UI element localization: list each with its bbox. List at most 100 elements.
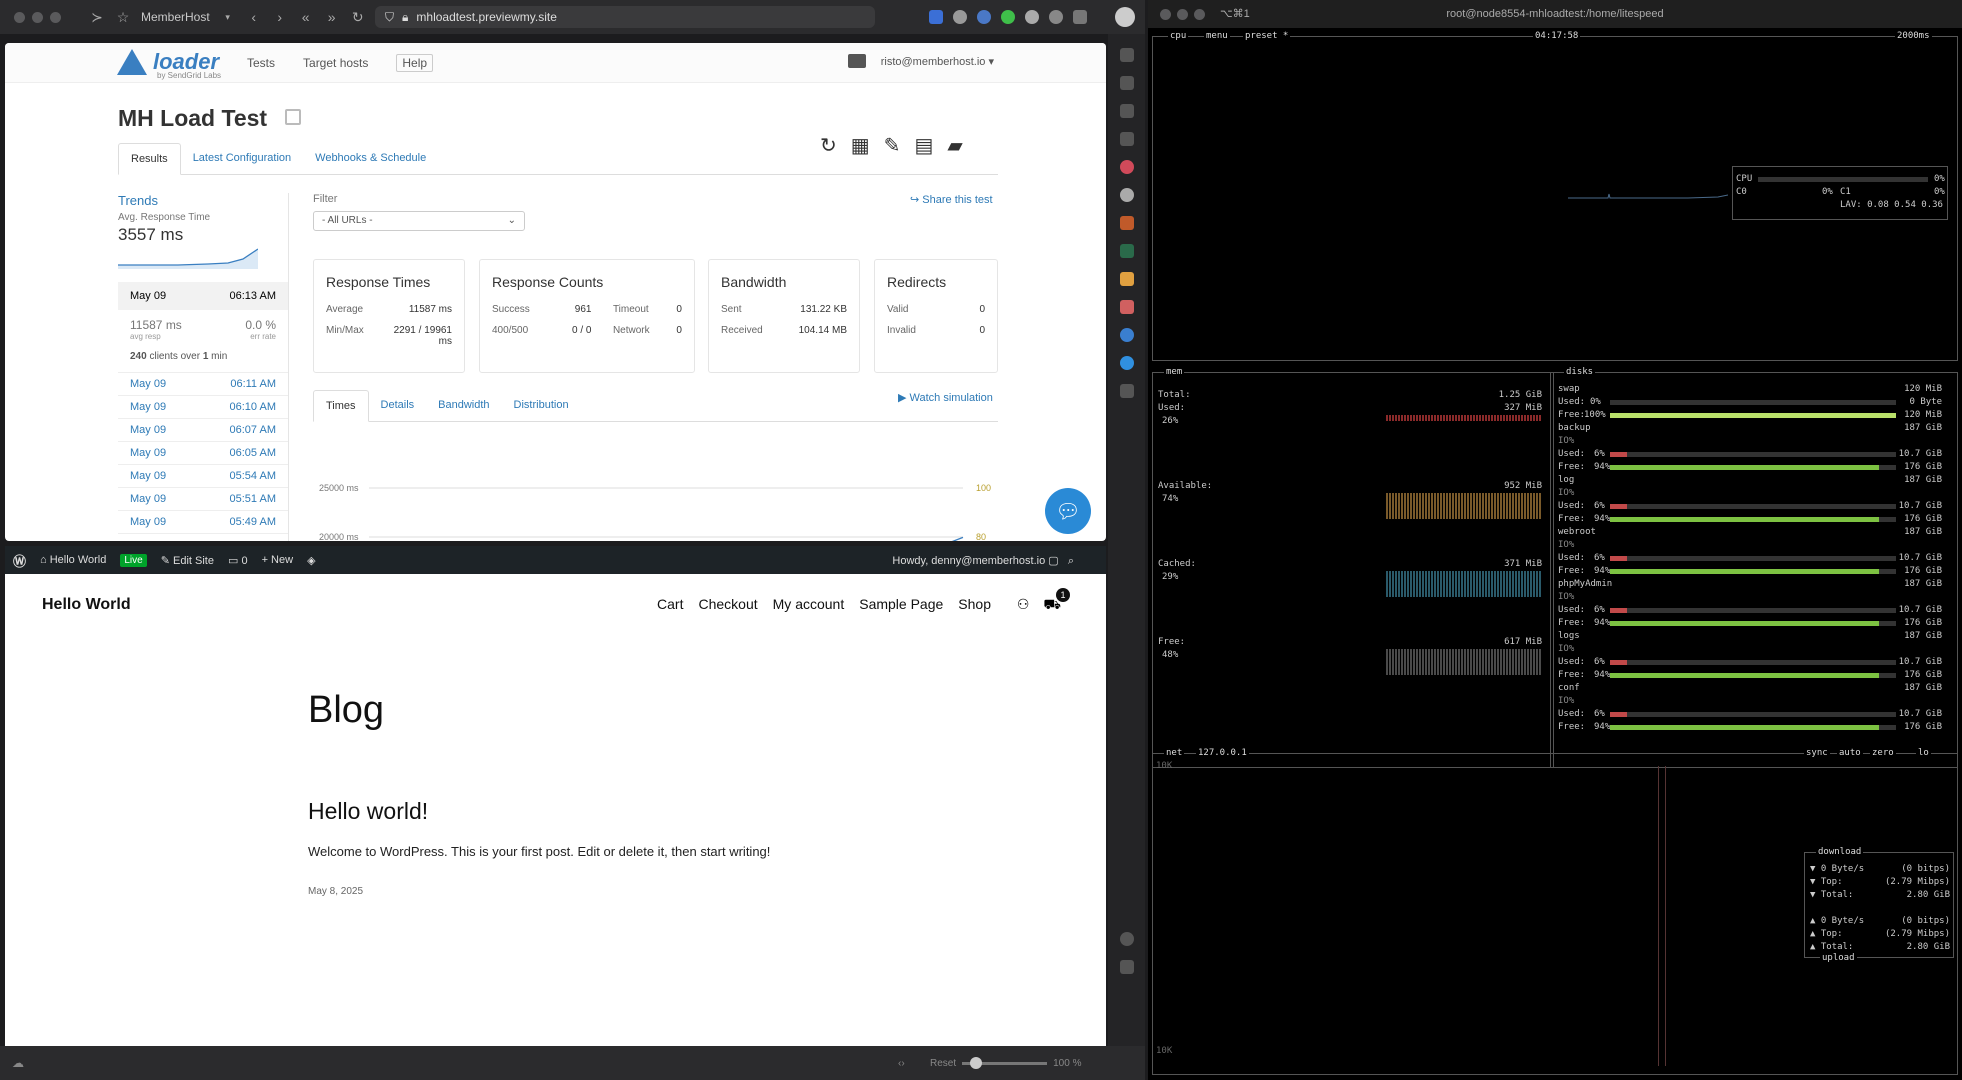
star-icon[interactable]: ☆ [115, 9, 131, 26]
nav-tests[interactable]: Tests [247, 56, 275, 70]
tab-times[interactable]: Times [313, 390, 369, 422]
zoom-reset-button[interactable]: Reset [930, 1058, 956, 1069]
run-list-item[interactable]: May 09 06:07 AM [118, 419, 288, 442]
message-icon[interactable] [848, 54, 866, 68]
code-icon[interactable]: ‹› [898, 1058, 905, 1069]
run-list-item[interactable]: May 09 05:51 AM [118, 488, 288, 511]
nav-my-account[interactable]: My account [773, 596, 845, 612]
app-icon[interactable] [1119, 300, 1134, 314]
user-icon[interactable]: ⚇ [1017, 596, 1030, 615]
selected-run-row[interactable]: May 09 06:13 AM [118, 282, 288, 310]
run-list-item[interactable]: May 09 06:05 AM [118, 442, 288, 465]
new-content-link[interactable]: + New [262, 554, 294, 566]
disk-size: 187 GiB [1904, 631, 1942, 641]
mem-used-label: Used: [1158, 403, 1186, 413]
panel-toggle-icon[interactable] [1119, 960, 1134, 974]
edit-site-link[interactable]: ✎ Edit Site [161, 554, 214, 567]
forward-icon[interactable]: › [272, 9, 288, 25]
rewind-icon[interactable]: « [298, 9, 314, 25]
nav-help[interactable]: Help [396, 53, 434, 72]
menu-label[interactable]: menu [1204, 31, 1230, 41]
net-auto-toggle[interactable]: auto [1837, 748, 1863, 758]
site-menu[interactable]: ⌂ Hello World [40, 554, 106, 566]
notes-icon[interactable] [1119, 132, 1134, 146]
run-list-item[interactable]: May 09 06:10 AM [118, 396, 288, 419]
add-panel-icon[interactable] [1119, 384, 1134, 398]
fast-forward-icon[interactable]: » [324, 9, 340, 25]
net-interface[interactable]: lo [1916, 748, 1931, 758]
maximize-window-button[interactable] [50, 11, 61, 23]
share-test-link[interactable]: ↪ Share this test [910, 193, 993, 206]
logo-subtitle: by SendGrid Labs [157, 71, 222, 80]
search-icon[interactable]: ⌕ [1068, 555, 1074, 567]
site-title[interactable]: Hello World [42, 596, 131, 614]
diamond-icon[interactable]: ◈ [307, 554, 315, 567]
edit-title-icon[interactable] [285, 109, 301, 125]
extension-icon[interactable] [1001, 10, 1015, 24]
zoom-slider[interactable] [962, 1057, 1048, 1069]
bitwarden-extension-icon[interactable] [929, 10, 943, 24]
settings-gear-icon[interactable] [1119, 932, 1134, 946]
tab-details[interactable]: Details [369, 390, 427, 421]
close-window-button[interactable] [14, 11, 25, 23]
tab-distribution[interactable]: Distribution [502, 390, 581, 421]
tab-latest-configuration[interactable]: Latest Configuration [181, 143, 303, 174]
watch-simulation-link[interactable]: ▶ Watch simulation [898, 391, 993, 404]
nav-shop[interactable]: Shop [958, 596, 991, 612]
app-icon[interactable] [1119, 356, 1134, 370]
avatar[interactable] [1115, 7, 1135, 27]
app-icon[interactable] [1119, 188, 1134, 202]
zoom-slider-handle[interactable] [970, 1057, 983, 1069]
cloud-icon[interactable]: ☁ [12, 1056, 24, 1070]
trends-title[interactable]: Trends [118, 193, 288, 208]
extension-icon[interactable] [1025, 10, 1039, 24]
support-chat-button[interactable]: 💬︎ [1045, 488, 1091, 534]
address-bar[interactable]: ⛉ 🔒︎ mhloadtest.previewmy.site [375, 6, 875, 28]
run-list-item[interactable]: May 09 05:49 AM [118, 511, 288, 534]
tab-results[interactable]: Results [118, 143, 181, 175]
app-icon[interactable] [1119, 160, 1134, 174]
app-icon[interactable] [1119, 272, 1134, 286]
maximize-window-button[interactable] [1194, 8, 1205, 20]
net-zero-toggle[interactable]: zero [1870, 748, 1896, 758]
comments-link[interactable]: ▭ 0 [228, 554, 248, 567]
extension-icon[interactable] [1049, 10, 1063, 24]
tabs-icon[interactable] [1119, 76, 1134, 90]
extension-icon[interactable] [953, 10, 967, 24]
extension-icon[interactable] [977, 10, 991, 24]
update-interval[interactable]: 2000ms [1895, 31, 1932, 41]
app-icon[interactable] [1119, 244, 1134, 258]
nav-sample-page[interactable]: Sample Page [859, 596, 943, 612]
net-sync-toggle[interactable]: sync [1804, 748, 1830, 758]
url-text[interactable]: mhloadtest.previewmy.site [416, 10, 557, 24]
close-window-button[interactable] [1160, 8, 1171, 20]
btop-terminal[interactable]: cpu menu preset * 04:17:58 2000ms CPU 0%… [1148, 28, 1962, 1080]
preset-label[interactable]: preset * [1243, 31, 1291, 41]
chevron-down-icon[interactable]: ▾ [220, 12, 236, 23]
chat-icon[interactable] [1119, 104, 1134, 118]
nav-cart[interactable]: Cart [657, 596, 683, 612]
bookmark-icon[interactable] [1119, 48, 1134, 62]
tab-webhooks-schedule[interactable]: Webhooks & Schedule [303, 143, 438, 174]
browser-profile-tab[interactable]: MemberHost [141, 10, 210, 24]
minimize-window-button[interactable] [32, 11, 43, 23]
post-title-link[interactable]: Hello world! [308, 798, 428, 825]
account-menu[interactable]: Howdy, denny@memberhost.io ▢ ⌕ [892, 554, 1074, 568]
wordpress-logo-icon[interactable]: Ⓦ [13, 551, 26, 570]
back-icon[interactable]: ‹ [246, 9, 262, 25]
avg-resp-value: 11587 ms [130, 318, 182, 332]
app-icon[interactable] [1119, 216, 1134, 230]
puzzle-icon[interactable] [1073, 10, 1087, 24]
nav-target-hosts[interactable]: Target hosts [303, 56, 368, 70]
tab-bandwidth[interactable]: Bandwidth [426, 390, 501, 421]
minimize-window-button[interactable] [1177, 8, 1188, 20]
reload-icon[interactable]: ↻ [350, 9, 366, 26]
app-icon[interactable] [1119, 328, 1134, 342]
run-list-item[interactable]: May 09 06:11 AM [118, 373, 288, 396]
user-menu[interactable]: risto@memberhost.io ▾ [881, 55, 994, 68]
url-filter-select[interactable]: - All URLs - ⌄ [313, 211, 525, 231]
nav-checkout[interactable]: Checkout [698, 596, 757, 612]
sidebar-toggle-icon[interactable]: ≻ [89, 9, 105, 26]
run-list-item[interactable]: May 09 05:54 AM [118, 465, 288, 488]
mem-used-meter [1386, 415, 1542, 421]
